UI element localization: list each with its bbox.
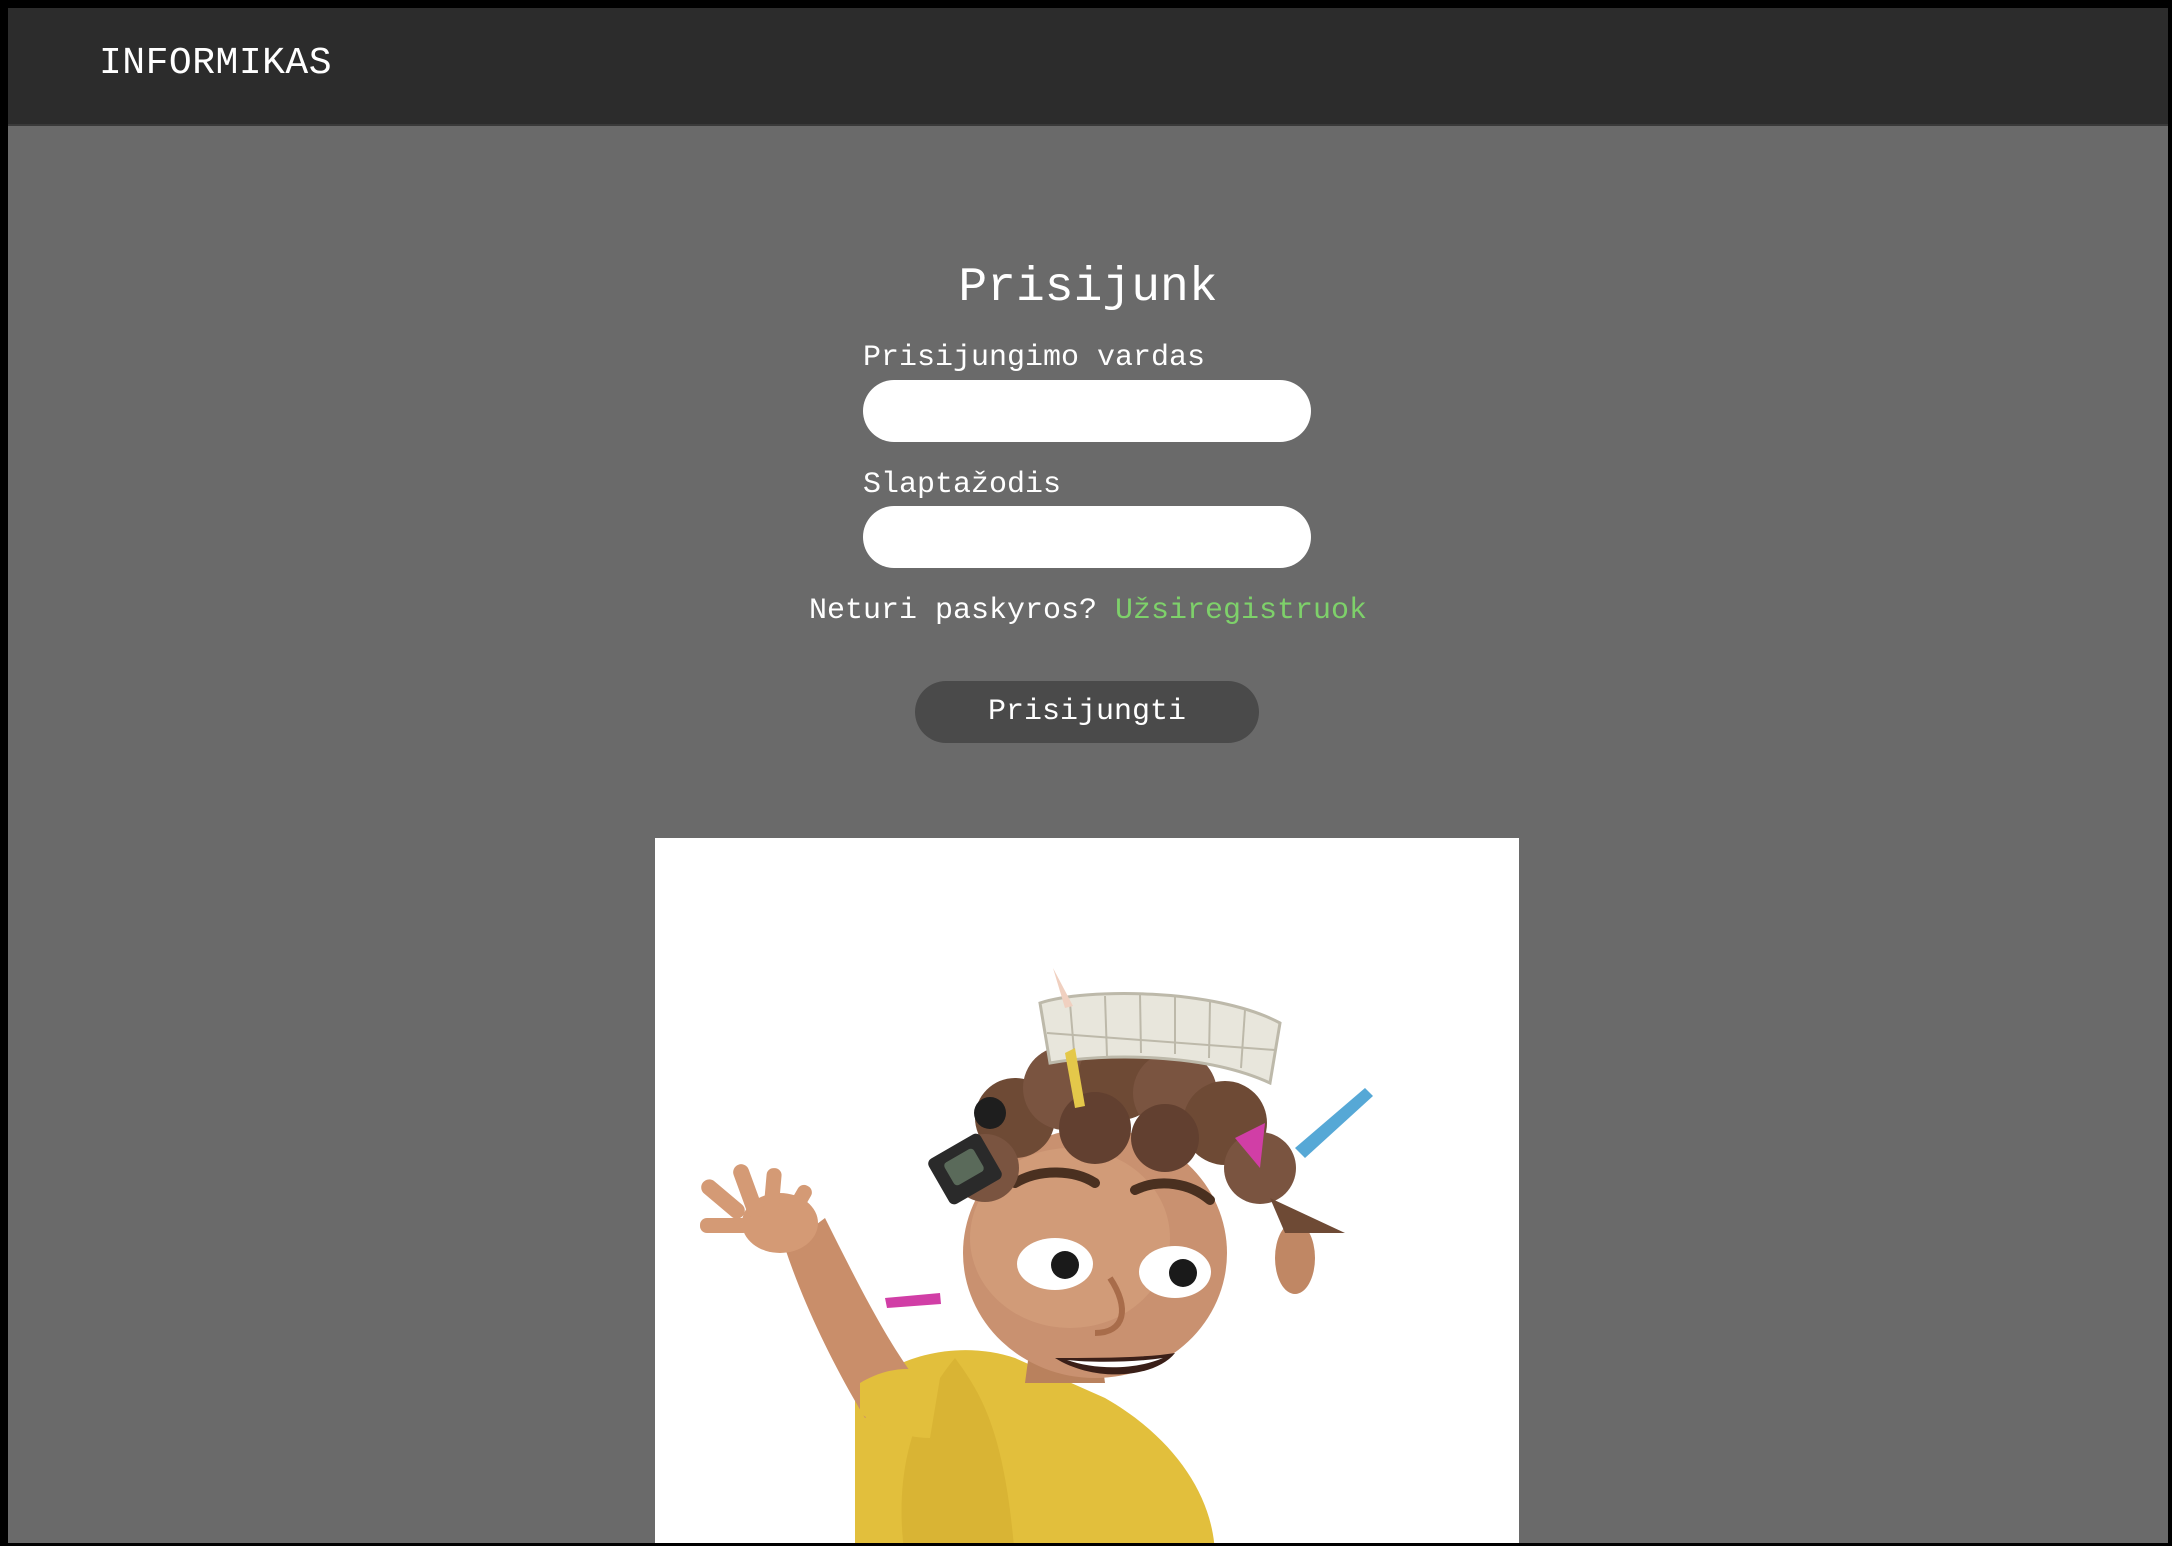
- page: INFORMIKAS Prisijunk Prisijungimo vardas…: [8, 8, 2168, 1543]
- navbar: INFORMIKAS: [8, 8, 2168, 126]
- cartoon-boy-illustration: [700, 968, 1373, 1543]
- password-label: Slaptažodis: [863, 468, 1062, 502]
- username-input[interactable]: [863, 380, 1311, 442]
- brand-logo[interactable]: INFORMIKAS: [99, 40, 332, 88]
- username-label: Prisijungimo vardas: [863, 341, 1206, 375]
- register-prompt-text: Neturi paskyros?: [808, 594, 1097, 628]
- password-input[interactable]: [863, 506, 1311, 568]
- login-button[interactable]: Prisijungti: [915, 681, 1259, 743]
- mascot-image: [655, 838, 1519, 1543]
- page-title: Prisijunk: [958, 261, 1218, 315]
- register-prompt: Neturi paskyros? Užsiregistruok: [8, 592, 2168, 630]
- register-link[interactable]: Užsiregistruok: [1115, 594, 1367, 628]
